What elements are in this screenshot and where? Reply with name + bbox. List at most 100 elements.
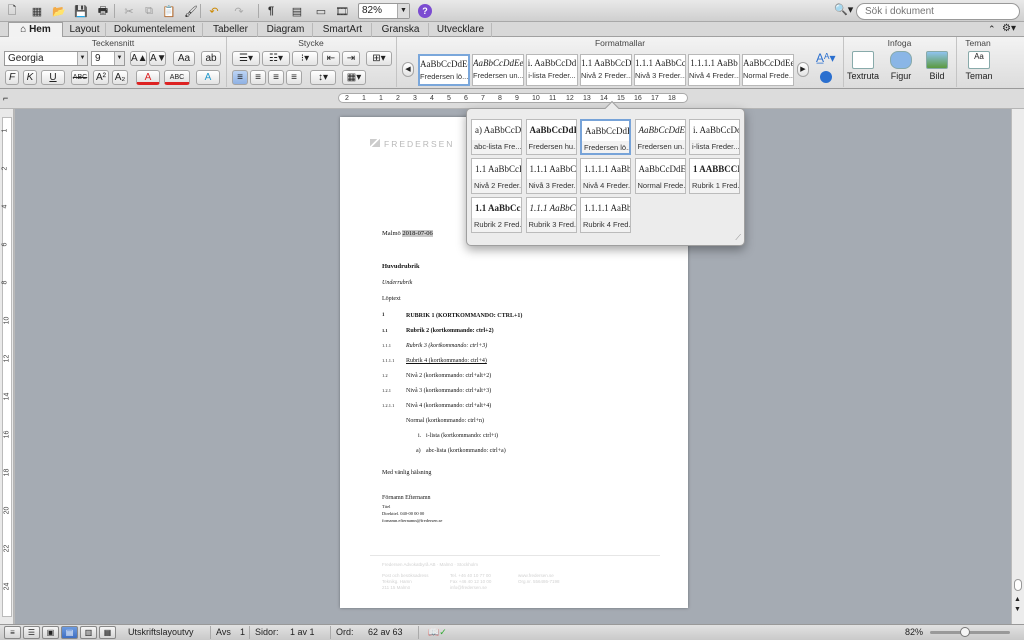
scroll-down-icon[interactable]: ▼ xyxy=(1014,606,1021,613)
font-color-button[interactable]: A xyxy=(136,70,160,85)
popup-style-tile[interactable]: 1.1 AaBbCc Rubrik 2 Fred... xyxy=(471,197,522,233)
copy-icon[interactable]: ⧉ xyxy=(140,3,158,19)
font-size-select[interactable]: 9 ▼ xyxy=(91,51,125,66)
style-tile[interactable]: AaBbCcDdEe Fredersen un... xyxy=(472,54,524,86)
print-layout-view-icon[interactable]: ▤ xyxy=(61,626,78,639)
decrease-indent-button[interactable]: ⇤ xyxy=(322,51,340,66)
tab-diagram[interactable]: Diagram xyxy=(259,23,313,37)
zoom-slider-knob[interactable] xyxy=(960,627,970,637)
popup-style-tile[interactable]: a) AaBbCcDc abc-lista Fre... xyxy=(471,119,522,155)
italic-button[interactable]: K xyxy=(23,70,37,85)
format-painter-icon[interactable]: 🖌 xyxy=(182,3,200,19)
notebook-view-icon[interactable]: ▥ xyxy=(80,626,97,639)
pilcrow-icon[interactable]: ¶ xyxy=(262,3,280,19)
numbering-button[interactable]: ☷▾ xyxy=(262,51,290,66)
new-document-icon[interactable]: 🗋 xyxy=(3,3,21,19)
styles-prev-button[interactable]: ◀ xyxy=(402,62,414,77)
paste-icon[interactable]: 📋 xyxy=(160,3,178,19)
popup-style-tile[interactable]: i. AaBbCcDd i-lista Freder... xyxy=(689,119,740,155)
tab-dokumentelement[interactable]: Dokumentelement xyxy=(107,23,203,37)
gallery-icon[interactable]: ▦ xyxy=(28,3,46,19)
textbox-button[interactable]: Textruta xyxy=(846,51,880,87)
save-icon[interactable]: 💾 xyxy=(72,3,90,19)
shape-button[interactable]: Figur xyxy=(884,51,918,87)
spellcheck-icon[interactable]: 📖✓ xyxy=(428,627,447,638)
search-input[interactable] xyxy=(856,3,1020,20)
shrink-font-button[interactable]: A▼ xyxy=(149,51,167,66)
subscript-button[interactable]: A₂ xyxy=(112,70,128,85)
underline-button[interactable]: U xyxy=(41,70,65,85)
redo-icon[interactable]: ↷ xyxy=(230,3,248,19)
clear-formatting-button[interactable]: ab xyxy=(201,51,221,66)
popup-style-tile[interactable]: 1.1.1.1 AaBb(Nivå 4 Freder... xyxy=(580,158,631,194)
bullets-button[interactable]: ☰▾ xyxy=(232,51,260,66)
justify-button[interactable]: ≡ xyxy=(286,70,302,85)
text-effects-button[interactable]: A xyxy=(196,70,220,85)
scroll-thumb[interactable] xyxy=(1014,579,1022,591)
strikethrough-button[interactable]: ABC xyxy=(71,70,89,85)
vertical-ruler[interactable]: 1 2 4 6 8 10 12 14 16 18 20 22 24 xyxy=(0,109,14,624)
tab-hem[interactable]: ⌂ Hem xyxy=(8,22,63,38)
popup-style-tile[interactable]: AaBbCcDdEe Normal Frede... xyxy=(634,158,686,194)
scroll-up-icon[interactable]: ▲ xyxy=(1014,596,1021,603)
picture-button[interactable]: Bild xyxy=(920,51,954,87)
zoom-select[interactable]: 82% ▼ xyxy=(358,3,410,19)
style-tile[interactable]: AaBbCcDdEe Fredersen lö... xyxy=(418,54,470,86)
style-tile[interactable]: i. AaBbCcDd i-lista Freder... xyxy=(526,54,578,86)
popup-style-tile[interactable]: AaBbCcDdI Fredersen hu... xyxy=(525,119,577,155)
style-tile[interactable]: 1.1.1.1 AaBb Nivå 4 Freder... xyxy=(688,54,740,86)
grow-font-button[interactable]: A▲ xyxy=(130,51,148,66)
cut-icon[interactable]: ✂ xyxy=(120,3,138,19)
style-tile[interactable]: AaBbCcDdEe Normal Frede... xyxy=(742,54,794,86)
tab-granska[interactable]: Granska xyxy=(373,23,429,37)
outline-view-icon[interactable]: ☰ xyxy=(23,626,40,639)
help-icon[interactable]: ? xyxy=(418,4,432,18)
print-icon[interactable]: 🖶 xyxy=(94,3,112,19)
popup-style-tile[interactable]: 1.1 AaBbCcD Nivå 2 Freder... xyxy=(471,158,522,194)
resize-handle-icon[interactable]: ⟋ xyxy=(735,233,741,243)
increase-indent-button[interactable]: ⇥ xyxy=(342,51,360,66)
popup-style-tile[interactable]: 1.1.1.1 AaBb(Rubrik 4 Fred... xyxy=(580,197,631,233)
popup-style-tile[interactable]: 1 AABBCCI Rubrik 1 Fred... xyxy=(689,158,740,194)
tab-tabeller[interactable]: Tabeller xyxy=(204,23,258,37)
draft-view-icon[interactable]: ≡ xyxy=(4,626,21,639)
zoom-slider[interactable] xyxy=(930,627,1010,637)
publishing-view-icon[interactable]: ▣ xyxy=(42,626,59,639)
style-tile[interactable]: 1.1.1 AaBbCc Nivå 3 Freder... xyxy=(634,54,686,86)
ruler-scale[interactable]: 2 1 1 2 3 4 5 6 7 8 9 10 11 12 13 14 15 16 17 18 xyxy=(338,93,688,103)
popup-style-tile[interactable]: 1.1.1 AaBbCc Nivå 3 Freder... xyxy=(525,158,577,194)
tab-layout[interactable]: Layout xyxy=(64,23,106,37)
popup-style-tile[interactable]: AaBbCcDdEe Fredersen un... xyxy=(634,119,686,155)
styles-pane-icon[interactable]: A̲ᴬ▾ xyxy=(816,51,835,65)
sidebar-icon[interactable]: ▤ xyxy=(288,3,306,19)
style-settings-icon[interactable] xyxy=(820,71,832,83)
change-case-button[interactable]: Aa xyxy=(173,51,195,66)
tab-utvecklare[interactable]: Utvecklare xyxy=(430,23,492,37)
bold-button[interactable]: F xyxy=(5,70,19,85)
align-right-button[interactable]: ≡ xyxy=(268,70,284,85)
vertical-scrollbar[interactable]: ▲ ▼ xyxy=(1011,109,1024,624)
popup-style-tile[interactable]: AaBbCcDdEe Fredersen lö... xyxy=(580,119,631,155)
collapse-ribbon-icon[interactable]: ⌃ xyxy=(988,24,996,35)
tab-smartart[interactable]: SmartArt xyxy=(314,23,372,37)
line-spacing-button[interactable]: ↕▾ xyxy=(310,70,336,85)
shading-button[interactable]: ▦▾ xyxy=(342,70,366,85)
horizontal-ruler[interactable]: ⌐ 2 1 1 2 3 4 5 6 7 8 9 10 11 12 13 14 15 16 17 18 xyxy=(0,89,1024,109)
borders-button[interactable]: ⊞▾ xyxy=(366,51,392,66)
popup-style-tile[interactable]: 1.1.1 AaBbCc Rubrik 3 Fred... xyxy=(525,197,577,233)
media-icon[interactable]: 🎞 xyxy=(333,3,351,19)
align-left-button[interactable]: ≡ xyxy=(232,70,248,85)
superscript-button[interactable]: A² xyxy=(93,70,109,85)
themes-button[interactable]: Aa Teman xyxy=(962,51,996,87)
styles-next-button[interactable]: ▶ xyxy=(797,62,809,77)
tab-stop-icon[interactable]: ⌐ xyxy=(3,93,8,103)
view-icon[interactable]: ▭ xyxy=(312,3,330,19)
open-icon[interactable]: 📂 xyxy=(50,3,68,19)
undo-icon[interactable]: ↶ xyxy=(205,3,223,19)
align-center-button[interactable]: ≡ xyxy=(250,70,266,85)
search-icon[interactable]: 🔍▾ xyxy=(834,3,854,20)
fullscreen-view-icon[interactable]: ▦ xyxy=(99,626,116,639)
highlight-button[interactable]: ABC xyxy=(164,70,190,85)
multilevel-list-button[interactable]: ⁝▾ xyxy=(292,51,318,66)
font-name-select[interactable]: Georgia ▼ xyxy=(4,51,88,66)
